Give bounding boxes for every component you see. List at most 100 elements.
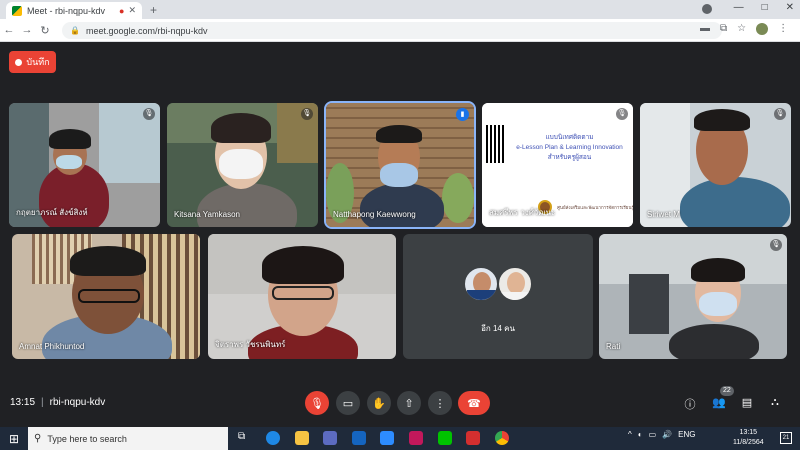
tray-app-icon[interactable]: ◐ — [638, 430, 643, 439]
notification-count: 21 — [782, 435, 790, 441]
participant-name: สมศรีพร วงศ์วัฒนะ — [489, 208, 556, 217]
participants-count-badge: 22 — [720, 386, 734, 396]
camera-toggle-button[interactable]: ▭ — [336, 391, 360, 415]
participant-avatar — [497, 266, 533, 302]
muted-mic-icon: 🎙 — [301, 108, 313, 120]
slide-line-1: แบบนิเทศติดตาม — [545, 134, 594, 141]
clock-time: 13:15 — [739, 429, 758, 436]
translate-icon[interactable]: ⧉ — [720, 23, 727, 35]
bookmark-star-icon[interactable]: ☆ — [737, 23, 746, 35]
recording-dot-icon: ● — [119, 5, 125, 16]
tab-title: Meet - rbi-nqpu-kdv — [27, 5, 106, 16]
participant-tile[interactable]: 🎙 Rati — [599, 234, 787, 359]
mic-off-icon: 🎙 — [310, 397, 324, 410]
participant-name: จิตราพร วัชรนพินทร์ — [215, 340, 286, 349]
search-icon: ⚲ — [34, 433, 42, 444]
acrobat-icon[interactable] — [466, 431, 480, 445]
recording-indicator[interactable]: บันทึก — [9, 51, 56, 73]
participant-name: Siriwet M — [647, 210, 680, 219]
network-icon[interactable]: ▭ — [649, 430, 657, 439]
participant-name: Natthapong Kaewwong — [333, 210, 416, 219]
participant-name: Rati — [606, 342, 621, 351]
meeting-details: 13:15 | rbi-nqpu-kdv — [10, 397, 106, 408]
store-icon[interactable] — [323, 431, 337, 445]
speaking-indicator-icon: ▮ — [456, 108, 469, 121]
browser-tab[interactable]: Meet - rbi-nqpu-kdv ● ✕ — [6, 2, 142, 19]
participant-name: กฤตยาภรณ์ สังข์สิงห์ — [16, 208, 88, 217]
activities-icon[interactable]: ⛬ — [768, 396, 782, 409]
muted-mic-icon: 🎙 — [774, 108, 786, 120]
participant-name: Kitsana Yamkason — [174, 210, 240, 219]
muted-mic-icon: 🎙 — [770, 239, 782, 251]
camera-in-use-icon[interactable]: ▬ — [700, 23, 710, 35]
taskbar-search[interactable]: ⚲ Type here to search — [28, 427, 228, 450]
people-icon[interactable]: 👥 — [712, 396, 726, 409]
mail-icon[interactable] — [352, 431, 366, 445]
meeting-time: 13:15 — [10, 397, 36, 408]
participant-tile[interactable]: แบบนิเทศติดตาม e-Lesson Plan & Learning … — [482, 103, 633, 227]
file-explorer-icon[interactable] — [295, 431, 309, 445]
tab-close-icon[interactable]: ✕ — [128, 5, 136, 16]
keyboard-language[interactable]: ENG — [678, 430, 695, 439]
profile-avatar[interactable] — [756, 23, 769, 35]
participant-tile[interactable]: จิตราพร วัชรนพินทร์ — [208, 234, 396, 359]
chat-icon[interactable]: ▤ — [740, 396, 754, 409]
hand-icon: ✋ — [372, 397, 386, 410]
participant-tile[interactable]: 🎙 Siriwet M — [640, 103, 791, 227]
tab-search-icon[interactable] — [702, 4, 712, 14]
line-icon[interactable] — [438, 431, 452, 445]
browser-toolbar: ← → ↻ 🔒 meet.google.com/rbi-nqpu-kdv ▬ ⧉… — [0, 19, 800, 42]
taskbar-clock[interactable]: 13:15 11/8/2564 — [733, 428, 764, 448]
muted-mic-icon: 🎙 — [143, 108, 155, 120]
present-button[interactable]: ⇧ — [397, 391, 421, 415]
url-text: meet.google.com/rbi-nqpu-kdv — [85, 25, 208, 36]
edge-icon[interactable] — [266, 431, 280, 445]
participant-tile[interactable]: 🎙 กฤตยาภรณ์ สังข์สิงห์ — [9, 103, 160, 227]
microphone-toggle-button[interactable]: 🎙 — [305, 391, 329, 415]
search-placeholder: Type here to search — [47, 433, 127, 444]
app-icon[interactable] — [409, 431, 423, 445]
back-icon[interactable]: ← — [0, 24, 18, 36]
system-tray: ^ ◐ ▭ 🔊 ENG — [628, 430, 695, 439]
volume-icon[interactable]: 🔊 — [662, 430, 672, 439]
tray-chevron-icon[interactable]: ^ — [628, 430, 632, 439]
participant-tile[interactable]: 🎙 Kitsana Yamkason — [167, 103, 318, 227]
forward-icon[interactable]: → — [18, 24, 36, 36]
address-bar[interactable]: 🔒 meet.google.com/rbi-nqpu-kdv — [62, 22, 722, 39]
slide-line-3: สำหรับครูผู้สอน — [547, 154, 592, 161]
hang-up-icon: ☎ — [467, 397, 481, 410]
participant-tile[interactable]: ▮ Natthapong Kaewwong — [324, 101, 476, 229]
record-dot-icon — [15, 58, 23, 66]
more-options-button[interactable]: ⋮ — [428, 391, 452, 415]
slide-line-2: e-Lesson Plan & Learning Innovation — [516, 144, 623, 151]
meeting-code: rbi-nqpu-kdv — [49, 397, 106, 408]
new-tab-button[interactable]: + — [150, 3, 157, 17]
zoom-icon[interactable] — [380, 431, 394, 445]
task-view-icon[interactable]: ⧉ — [238, 431, 252, 445]
participant-avatar — [463, 266, 499, 302]
lock-icon[interactable]: 🔒 — [70, 26, 80, 35]
leave-call-button[interactable]: ☎ — [458, 391, 490, 415]
meet-favicon-icon — [12, 5, 22, 16]
windows-start-icon[interactable]: ⊞ — [0, 432, 28, 446]
participant-name: Amnat Phikhuntod — [19, 342, 85, 351]
participant-tile[interactable]: Amnat Phikhuntod — [12, 234, 200, 359]
present-screen-icon: ⇧ — [404, 397, 414, 410]
reload-icon[interactable]: ↻ — [36, 24, 54, 37]
others-tile[interactable]: อีก 14 คน — [403, 234, 593, 359]
menu-kebab-icon[interactable]: ⋮ — [778, 23, 788, 35]
chrome-icon[interactable] — [495, 431, 509, 445]
record-label: บันทึก — [26, 57, 50, 67]
others-count: อีก 14 คน — [481, 324, 515, 333]
notification-center-icon[interactable]: 21 — [780, 432, 792, 444]
clock-date: 11/8/2564 — [733, 439, 764, 446]
more-vert-icon: ⋮ — [434, 397, 446, 410]
camera-icon: ▭ — [342, 397, 354, 410]
raise-hand-button[interactable]: ✋ — [367, 391, 391, 415]
maximize-button[interactable]: □ — [762, 2, 768, 13]
close-window-button[interactable]: ✕ — [786, 2, 794, 13]
minimize-button[interactable]: — — [734, 2, 744, 13]
tab-strip: Meet - rbi-nqpu-kdv ● ✕ + — □ ✕ — [0, 0, 800, 19]
meeting-info-icon[interactable]: ⓘ — [683, 396, 697, 412]
muted-mic-icon: 🎙 — [616, 108, 628, 120]
